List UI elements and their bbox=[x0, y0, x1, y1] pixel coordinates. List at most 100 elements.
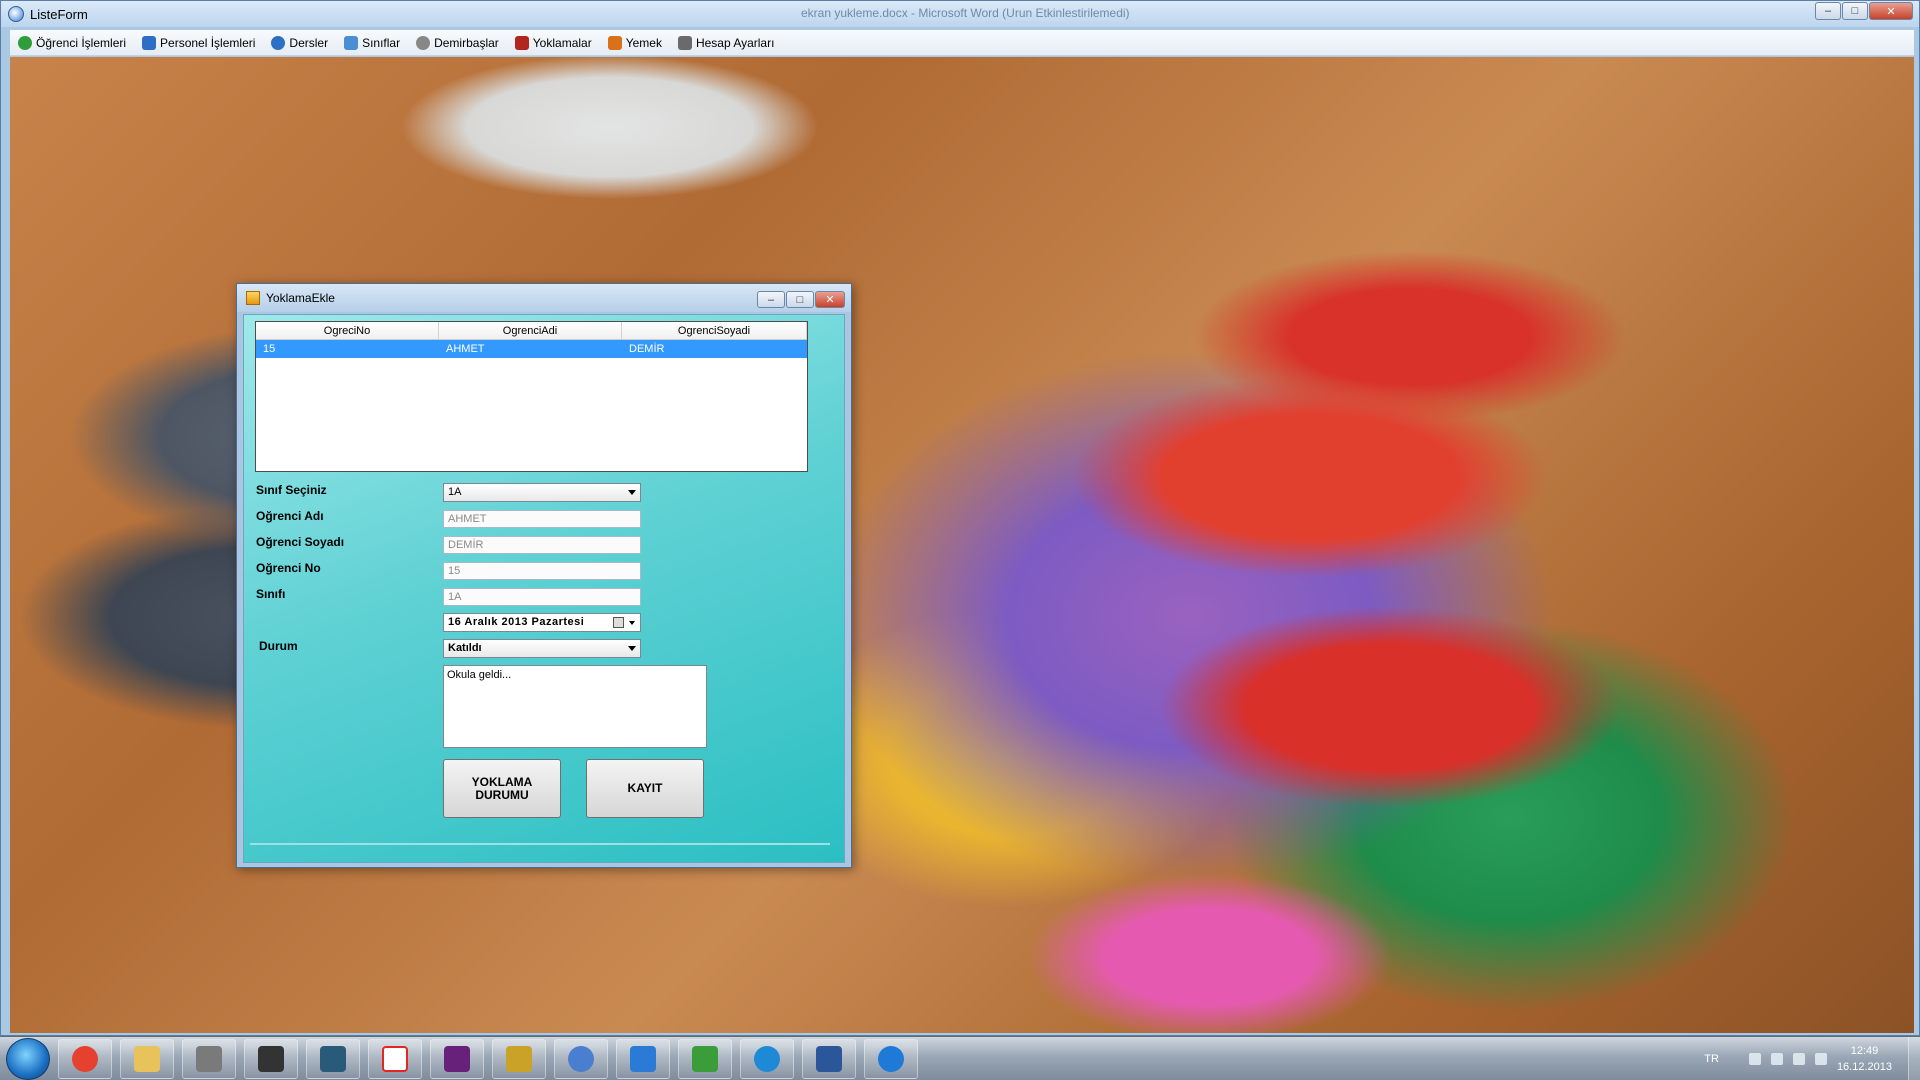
media-icon bbox=[258, 1045, 284, 1072]
menu-label: Yemek bbox=[625, 35, 662, 50]
student-grid[interactable]: OgreciNo OgrenciAdi OgrenciSoyadi 15 AHM… bbox=[255, 321, 808, 472]
taskbar-app[interactable] bbox=[678, 1038, 732, 1079]
student-check-icon bbox=[18, 35, 32, 50]
explorer-folder-icon bbox=[134, 1045, 160, 1072]
menubar: Öğrenci İşlemleri Personel İşlemleri Der… bbox=[10, 30, 1914, 56]
taskbar-app[interactable] bbox=[864, 1038, 918, 1079]
chevron-down-icon bbox=[628, 646, 636, 651]
grid-header: OgreciNo OgrenciAdi OgrenciSoyadi bbox=[256, 322, 807, 340]
menu-yemek[interactable]: Yemek bbox=[607, 35, 662, 50]
sinif-select[interactable]: 1A bbox=[443, 483, 641, 502]
taskbar-app[interactable] bbox=[244, 1038, 298, 1079]
taskbar-app[interactable] bbox=[430, 1038, 484, 1079]
menu-yoklamalar[interactable]: Yoklamalar bbox=[514, 35, 592, 50]
menu-dersler[interactable]: Dersler bbox=[271, 35, 328, 50]
classes-icon bbox=[344, 35, 359, 50]
note-textarea[interactable]: Okula geldi... bbox=[443, 665, 707, 748]
close-button[interactable]: ✕ bbox=[1869, 2, 1913, 20]
grid-cell: DEMİR bbox=[629, 343, 665, 355]
volume-icon[interactable] bbox=[1792, 1053, 1805, 1065]
menu-label: Sınıflar bbox=[362, 35, 401, 50]
ogrenci-adi-field[interactable]: AHMET bbox=[443, 510, 641, 528]
taskbar-app[interactable] bbox=[554, 1038, 608, 1079]
dialog-maximize-button[interactable]: □ bbox=[786, 291, 814, 308]
attendance-shield-icon bbox=[514, 35, 529, 50]
dialog-title: YoklamaEkle bbox=[266, 291, 335, 305]
tools-icon bbox=[506, 1045, 532, 1072]
chevron-down-icon bbox=[628, 490, 636, 495]
taskbar-app[interactable] bbox=[182, 1038, 236, 1079]
personnel-arrows-icon bbox=[142, 35, 157, 50]
visual-studio-icon bbox=[444, 1045, 470, 1072]
grid-cell: 15 bbox=[263, 343, 276, 355]
chevron-down-icon bbox=[629, 621, 635, 625]
grid-column-header[interactable]: OgrenciSoyadi bbox=[622, 322, 807, 339]
language-indicator[interactable]: TR bbox=[1704, 1053, 1719, 1065]
game-icon bbox=[320, 1045, 346, 1072]
menu-siniflar[interactable]: Sınıflar bbox=[344, 35, 401, 50]
menu-ogrenci-islemleri[interactable]: Öğrenci İşlemleri bbox=[18, 35, 127, 50]
main-window: ListeForm ekran yukleme.docx - Microsoft… bbox=[0, 0, 1920, 1036]
taskbar: TR 12:49 16.12.2013 bbox=[0, 1036, 1920, 1080]
durum-select-value: Katıldı bbox=[448, 642, 482, 654]
menu-label: Demirbaşlar bbox=[434, 35, 499, 50]
ogrenci-no-field[interactable]: 15 bbox=[443, 562, 641, 580]
network-icon[interactable] bbox=[1770, 1053, 1783, 1065]
taskbar-app[interactable] bbox=[740, 1038, 794, 1079]
account-settings-icon bbox=[677, 35, 692, 50]
taskbar-app[interactable] bbox=[306, 1038, 360, 1079]
disk-icon bbox=[568, 1045, 594, 1072]
yoklama-durumu-button[interactable]: YOKLAMA DURUMU bbox=[443, 759, 561, 818]
grid-column-header[interactable]: OgreciNo bbox=[256, 322, 439, 339]
grid-column-header[interactable]: OgrenciAdi bbox=[439, 322, 622, 339]
ogrenci-no-label: Oğrenci No bbox=[256, 561, 321, 575]
inventory-gear-icon bbox=[416, 35, 431, 50]
form-icon bbox=[246, 291, 260, 305]
window-title: ListeForm bbox=[30, 6, 88, 22]
sinif-label: Sınıf Seçiniz bbox=[256, 483, 327, 497]
dialog-minimize-button[interactable]: – bbox=[757, 291, 785, 308]
yandex-icon bbox=[382, 1045, 408, 1072]
menu-demirbaslar[interactable]: Demirbaşlar bbox=[416, 35, 499, 50]
maximize-button[interactable]: □ bbox=[1842, 2, 1868, 20]
menu-label: Yoklamalar bbox=[532, 35, 592, 50]
yoklama-ekle-dialog: YoklamaEkle – □ ✕ OgreciNo OgrenciAdi Og… bbox=[236, 283, 852, 868]
menu-label: Personel İşlemleri bbox=[160, 35, 256, 50]
dialog-close-button[interactable]: ✕ bbox=[815, 291, 845, 308]
chrome-icon bbox=[72, 1045, 98, 1072]
show-desktop-button[interactable] bbox=[1908, 1037, 1920, 1080]
clock-time: 12:49 bbox=[1850, 1045, 1879, 1057]
ogrenci-soyadi-field[interactable]: DEMİR bbox=[443, 536, 641, 554]
kayit-button[interactable]: KAYIT bbox=[586, 759, 704, 818]
main-titlebar[interactable]: ListeForm ekran yukleme.docx - Microsoft… bbox=[1, 1, 1919, 27]
books-icon bbox=[196, 1045, 222, 1072]
dialog-titlebar[interactable]: YoklamaEkle – □ ✕ bbox=[237, 284, 851, 312]
clock-date: 16.12.2013 bbox=[1836, 1061, 1892, 1073]
table-row[interactable]: 15 AHMET DEMİR bbox=[256, 340, 807, 358]
durum-select[interactable]: Katıldı bbox=[443, 639, 641, 658]
dialog-client-area: OgreciNo OgrenciAdi OgrenciSoyadi 15 AHM… bbox=[243, 314, 845, 863]
ogrenci-adi-label: Oğrenci Adı bbox=[256, 509, 324, 523]
word-icon bbox=[816, 1045, 842, 1072]
date-picker[interactable]: 16 Aralık 2013 Pazartesi bbox=[443, 613, 641, 632]
start-button[interactable] bbox=[6, 1037, 50, 1080]
app-a-icon bbox=[630, 1045, 656, 1072]
taskbar-app[interactable] bbox=[368, 1038, 422, 1079]
meal-icon bbox=[607, 35, 622, 50]
taskbar-app[interactable] bbox=[492, 1038, 546, 1079]
clock[interactable]: 12:49 16.12.2013 bbox=[1837, 1043, 1892, 1075]
show-hidden-icons-icon[interactable] bbox=[1748, 1053, 1761, 1065]
download-icon bbox=[878, 1045, 904, 1072]
taskbar-app[interactable] bbox=[120, 1038, 174, 1079]
date-value: 16 Aralık 2013 Pazartesi bbox=[448, 616, 585, 628]
minimize-button[interactable]: – bbox=[1815, 2, 1841, 20]
menu-hesap-ayarlari[interactable]: Hesap Ayarları bbox=[677, 35, 774, 50]
taskbar-app[interactable] bbox=[802, 1038, 856, 1079]
menu-personel-islemleri[interactable]: Personel İşlemleri bbox=[142, 35, 256, 50]
taskbar-app[interactable] bbox=[58, 1038, 112, 1079]
update-icon[interactable] bbox=[1814, 1053, 1827, 1065]
refresh-app-icon bbox=[754, 1045, 780, 1072]
sinifi-field[interactable]: 1A bbox=[443, 588, 641, 606]
menu-label: Öğrenci İşlemleri bbox=[36, 35, 127, 50]
taskbar-app[interactable] bbox=[616, 1038, 670, 1079]
